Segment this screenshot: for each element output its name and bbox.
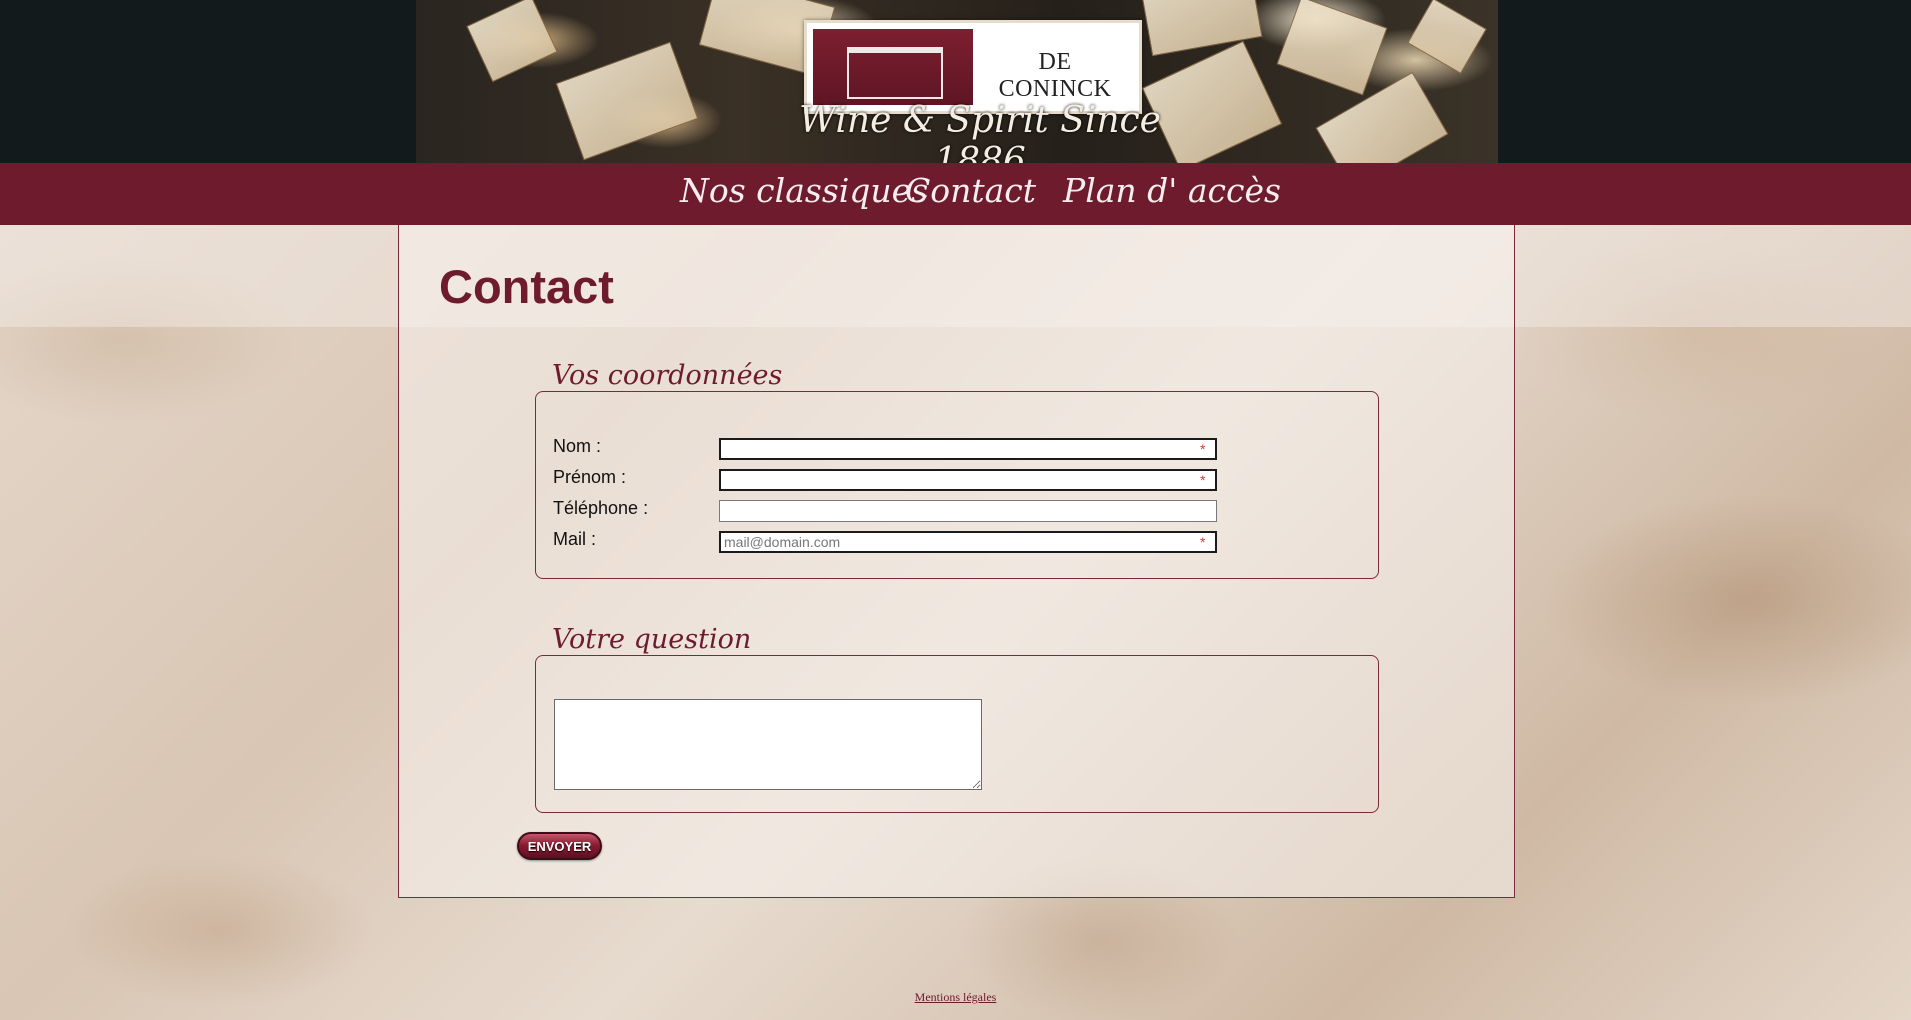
legal-notice-link[interactable]: Mentions légales <box>0 990 1911 1005</box>
logo-text: DE CONINCK <box>998 49 1112 102</box>
telephone-field[interactable] <box>719 500 1217 522</box>
wine-label-image <box>1276 0 1388 96</box>
nom-field[interactable] <box>719 438 1217 460</box>
send-button[interactable]: ENVOYER <box>517 832 602 860</box>
coordinates-fieldset: Vos coordonnées Nom : * Prénom : * Télép… <box>535 360 1379 579</box>
prenom-field[interactable] <box>719 469 1217 491</box>
prenom-label: Prénom : <box>553 467 627 487</box>
question-textarea[interactable] <box>554 699 982 790</box>
wine-label-image <box>466 0 558 83</box>
header-banner: DE CONINCK Wine & Spirit Since 1886 <box>416 0 1498 163</box>
email-field[interactable] <box>719 531 1217 553</box>
page-title: Contact <box>439 260 614 313</box>
required-mark: * <box>1200 534 1206 550</box>
nav-item-nos-classiques[interactable]: Nos classiques <box>680 171 928 210</box>
required-mark: * <box>1200 472 1206 488</box>
telephone-label: Téléphone : <box>553 498 649 518</box>
mail-label: Mail : <box>553 529 597 549</box>
nav-item-plan-acces[interactable]: Plan d' accès <box>1063 171 1281 210</box>
coordinates-legend: Vos coordonnées <box>552 360 783 391</box>
question-legend: Votre question <box>552 624 752 655</box>
logo-emblem-icon <box>813 29 973 105</box>
brand-tagline: Wine & Spirit Since 1886 <box>799 100 1161 163</box>
wine-label-image <box>1407 0 1487 75</box>
question-fieldset: Votre question <box>535 624 1379 813</box>
content-panel: Contact Vos coordonnées Nom : * Prénom :… <box>398 225 1515 898</box>
main-nav: Nos classiques Contact Plan d' accès <box>0 163 1911 225</box>
nom-label: Nom : <box>553 436 602 456</box>
wine-label-image <box>555 41 699 161</box>
nav-item-contact[interactable]: Contact <box>905 171 1036 210</box>
required-mark: * <box>1200 441 1206 457</box>
